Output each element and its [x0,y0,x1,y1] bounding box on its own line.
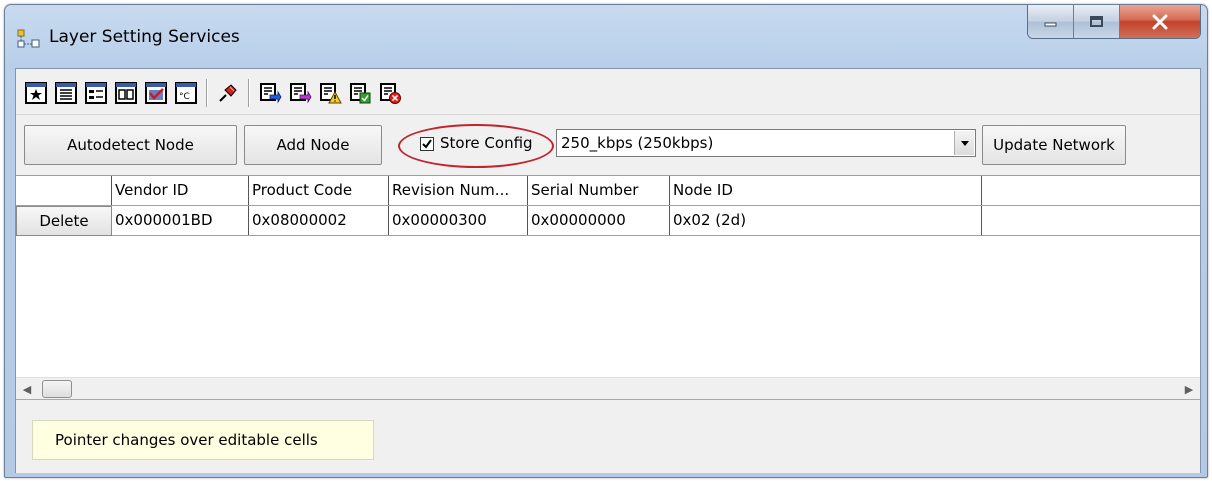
icon-toolbar: °C [16,69,1200,115]
node-purple-icon[interactable] [288,81,312,105]
column-header-serial-number[interactable]: Serial Number [528,176,670,205]
pin-icon[interactable] [216,81,240,105]
scroll-left-arrow-icon[interactable]: ◀ [18,380,36,398]
add-node-button[interactable]: Add Node [244,125,382,165]
grid-icon[interactable] [114,81,138,105]
cell-vendor-id[interactable]: 0x000001BD [112,206,249,235]
cell-product-code[interactable]: 0x08000002 [249,206,389,235]
minimize-button[interactable] [1028,5,1074,38]
caption-buttons [1027,5,1201,39]
cell-serial-number[interactable]: 0x00000000 [528,206,670,235]
delete-row-button[interactable]: Delete [16,206,112,236]
title-bar[interactable]: Layer Setting Services [5,5,1207,69]
checkmark-icon [422,139,432,149]
column-header-vendor-id[interactable]: Vendor ID [112,176,249,205]
list-icon[interactable] [54,81,78,105]
dropdown-button[interactable] [954,131,974,155]
node-blue-icon[interactable] [258,81,282,105]
window-title: Layer Setting Services [49,27,240,47]
node-error-icon[interactable] [378,81,402,105]
scroll-right-arrow-icon[interactable]: ▶ [1180,380,1198,398]
edit-icon[interactable] [144,81,168,105]
toolbar-separator-2 [248,79,250,107]
status-area: Pointer changes over editable cells [16,399,1200,473]
scroll-thumb[interactable] [42,380,72,398]
baud-rate-select[interactable]: 250_kbps (250kbps) [556,129,976,157]
header-corner [16,176,112,205]
maximize-icon [1089,15,1103,27]
update-network-button[interactable]: Update Network [982,125,1126,165]
node-green-icon[interactable] [348,81,372,105]
table-row[interactable]: Delete 0x000001BD 0x08000002 0x00000300 … [16,206,1200,236]
node-table: Vendor ID Product Code Revision Num... S… [16,175,1200,395]
action-bar: Autodetect Node Add Node Store Config 25… [16,115,1200,175]
cell-node-id[interactable]: 0x02 (2d) [670,206,982,235]
close-icon [1152,14,1168,29]
column-header-product-code[interactable]: Product Code [249,176,389,205]
main-window: Layer Setting Services °C Autodetect Nod… [4,4,1208,478]
node-warning-icon[interactable] [318,81,342,105]
toolbar-separator [206,79,208,107]
minimize-icon [1044,22,1056,26]
baud-rate-value: 250_kbps (250kbps) [561,134,714,152]
store-config-checkbox[interactable] [420,137,434,151]
autodetect-node-button[interactable]: Autodetect Node [24,125,237,165]
app-icon [17,29,40,48]
client-area: °C Autodetect Node Add Node Store Config… [15,68,1201,473]
column-header-node-id[interactable]: Node ID [670,176,982,205]
close-button[interactable] [1120,5,1200,38]
horizontal-scrollbar[interactable]: ◀ ▶ [16,377,1200,399]
maximize-button[interactable] [1074,5,1120,38]
svg-text:°C: °C [179,92,190,102]
table-header: Vendor ID Product Code Revision Num... S… [16,176,1200,206]
star-icon[interactable] [24,81,48,105]
store-config-label[interactable]: Store Config [440,134,533,152]
column-header-revision-number[interactable]: Revision Num... [389,176,528,205]
chevron-down-icon [960,141,969,146]
detail-icon[interactable] [84,81,108,105]
cell-revision-number[interactable]: 0x00000300 [389,206,528,235]
temperature-icon[interactable]: °C [174,81,198,105]
hint-message: Pointer changes over editable cells [32,420,374,460]
